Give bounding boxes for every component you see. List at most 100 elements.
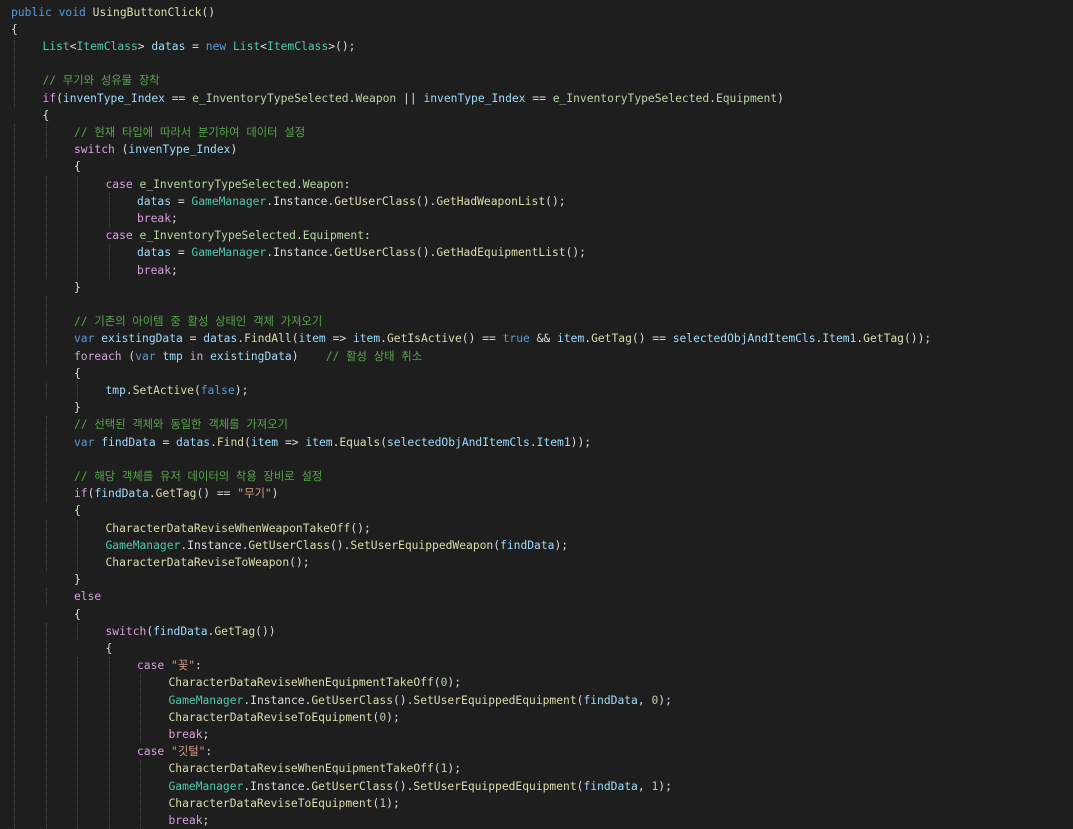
code-token: < <box>69 39 77 53</box>
code-token: selectedObjAndItemCls <box>672 332 816 346</box>
code-line[interactable]: case "깃털": <box>137 743 212 760</box>
code-line[interactable]: { <box>74 158 81 175</box>
code-token: == <box>164 91 193 105</box>
indent-guide-line <box>45 381 47 400</box>
code-line[interactable]: if(findData.GetTag() == "무기") <box>74 485 278 502</box>
code-line[interactable]: } <box>74 279 81 296</box>
code-line[interactable]: } <box>74 399 81 416</box>
code-line[interactable]: GameManager.Instance.GetUserClass().SetU… <box>106 537 569 554</box>
code-token: ( <box>291 332 299 346</box>
code-line[interactable]: else <box>74 588 101 605</box>
code-line[interactable]: // 현재 타입에 따라서 분기하여 데이터 설정 <box>74 124 305 141</box>
code-token: ItemClass <box>76 39 138 53</box>
code-line[interactable]: var existingData = datas.FindAll(item =>… <box>74 330 931 347</box>
code-token: . <box>125 383 133 397</box>
indent-guide-line <box>77 381 78 400</box>
code-line[interactable]: switch (invenType_Index) <box>74 141 237 158</box>
code-line[interactable]: { <box>43 107 50 124</box>
code-line[interactable]: CharacterDataReviseToEquipment(0); <box>169 709 400 726</box>
code-token: public <box>11 5 52 19</box>
code-line[interactable]: GameManager.Instance.GetUserClass().SetU… <box>169 778 672 795</box>
code-token: GetUserClass <box>334 246 416 260</box>
code-line[interactable]: CharacterDataReviseWhenEquipmentTakeOff(… <box>169 674 462 691</box>
code-token: ; <box>202 727 210 741</box>
indent-guide-line <box>14 123 15 829</box>
code-line[interactable]: break; <box>169 726 210 743</box>
code-token: , <box>637 693 652 707</box>
code-line[interactable]: // 해당 객체를 유저 데이터의 착용 장비로 설정 <box>74 468 322 485</box>
code-line[interactable]: switch(findData.GetTag()) <box>106 623 276 640</box>
code-line[interactable]: // 기존의 아이템 중 활성 상태인 객체 가져오기 <box>74 313 322 330</box>
indent-guide-line <box>45 416 47 503</box>
code-line[interactable]: if(invenType_Index == e_InventoryTypeSel… <box>43 90 784 107</box>
code-token: // 현재 타입에 따라서 분기하여 데이터 설정 <box>74 125 306 139</box>
code-token: GetUserClass <box>311 779 393 793</box>
code-token: tmp <box>162 349 183 363</box>
indent-guide-line <box>45 123 47 159</box>
code-token: case <box>137 745 165 759</box>
code-token: e_InventoryTypeSelected <box>139 229 296 243</box>
code-line[interactable]: case e_InventoryTypeSelected.Weapon: <box>106 176 351 193</box>
code-line[interactable]: { <box>74 502 81 519</box>
code-line[interactable]: CharacterDataReviseWhenEquipmentTakeOff(… <box>169 760 462 777</box>
code-token: ItemClass <box>267 39 329 53</box>
code-line[interactable]: List<ItemClass> datas = new List<ItemCla… <box>43 38 356 55</box>
code-token: Instance <box>250 779 305 793</box>
code-line[interactable]: CharacterDataReviseToWeapon(); <box>106 554 310 571</box>
code-token: GameManager <box>168 693 244 707</box>
code-token: if <box>74 487 88 501</box>
code-line[interactable]: tmp.SetActive(false); <box>106 382 249 399</box>
code-token: // 무기와 성유물 장착 <box>42 74 160 88</box>
code-token: ( <box>380 435 387 449</box>
code-token: e_InventoryTypeSelected <box>192 91 349 105</box>
code-token: CharacterDataReviseWhenWeaponTakeOff <box>105 521 351 535</box>
code-line[interactable]: break; <box>169 812 210 829</box>
code-line[interactable]: foreach (var tmp in existingData) // 활성 … <box>74 348 422 365</box>
code-line[interactable]: } <box>74 571 81 588</box>
code-line[interactable]: break; <box>137 262 178 279</box>
code-line[interactable]: { <box>74 365 81 382</box>
code-token: // 활성 상태 취소 <box>325 349 423 363</box>
code-line[interactable]: // 선택된 객체와 동일한 객체를 가져오기 <box>74 416 288 433</box>
code-token: = <box>171 194 192 208</box>
code-line[interactable]: datas = GameManager.Instance.GetUserClas… <box>137 193 566 210</box>
code-token: SetUserEquippedWeapon <box>350 538 494 552</box>
code-line[interactable]: { <box>74 606 81 623</box>
code-token: () == <box>196 487 238 501</box>
code-token: Item1 <box>536 435 571 449</box>
code-token: Equipment <box>302 229 364 243</box>
code-token: () == <box>461 332 503 346</box>
code-token: ); <box>658 779 672 793</box>
code-token: } <box>74 573 81 587</box>
code-token: Instance <box>273 246 328 260</box>
code-line[interactable]: CharacterDataReviseWhenWeaponTakeOff(); <box>106 520 371 537</box>
code-token: var <box>74 332 95 346</box>
code-line[interactable]: break; <box>137 210 178 227</box>
code-token: . <box>148 487 156 501</box>
code-token: . <box>295 229 303 243</box>
code-line[interactable]: CharacterDataReviseToEquipment(1); <box>169 795 400 812</box>
code-line[interactable]: { <box>106 640 113 657</box>
code-line[interactable]: { <box>11 21 18 38</box>
code-line[interactable]: public void UsingButtonClick() <box>11 4 215 21</box>
code-line[interactable]: case e_InventoryTypeSelected.Equipment: <box>106 227 371 244</box>
indent-guide-line <box>140 674 141 744</box>
code-token: Instance <box>250 693 305 707</box>
code-token: switch <box>105 624 147 638</box>
indent-guide-line <box>14 37 15 107</box>
code-token: > <box>137 39 152 53</box>
code-line[interactable]: // 무기와 성유물 장착 <box>43 72 160 89</box>
indent-guide-line <box>45 588 47 606</box>
code-line[interactable]: GameManager.Instance.GetUserClass().SetU… <box>169 692 672 709</box>
code-token: findData <box>94 487 149 501</box>
code-token: findData <box>583 779 638 793</box>
code-editor[interactable]: public void UsingButtonClick(){List<Item… <box>0 0 1073 829</box>
code-line[interactable]: datas = GameManager.Instance.GetUserClas… <box>137 244 586 261</box>
code-token: switch <box>74 143 115 157</box>
code-token: ( <box>114 143 129 157</box>
code-token: GetTag <box>863 332 904 346</box>
code-line[interactable]: var findData = datas.Find(item => item.E… <box>74 434 591 451</box>
code-line[interactable]: case "꽃": <box>137 657 202 674</box>
